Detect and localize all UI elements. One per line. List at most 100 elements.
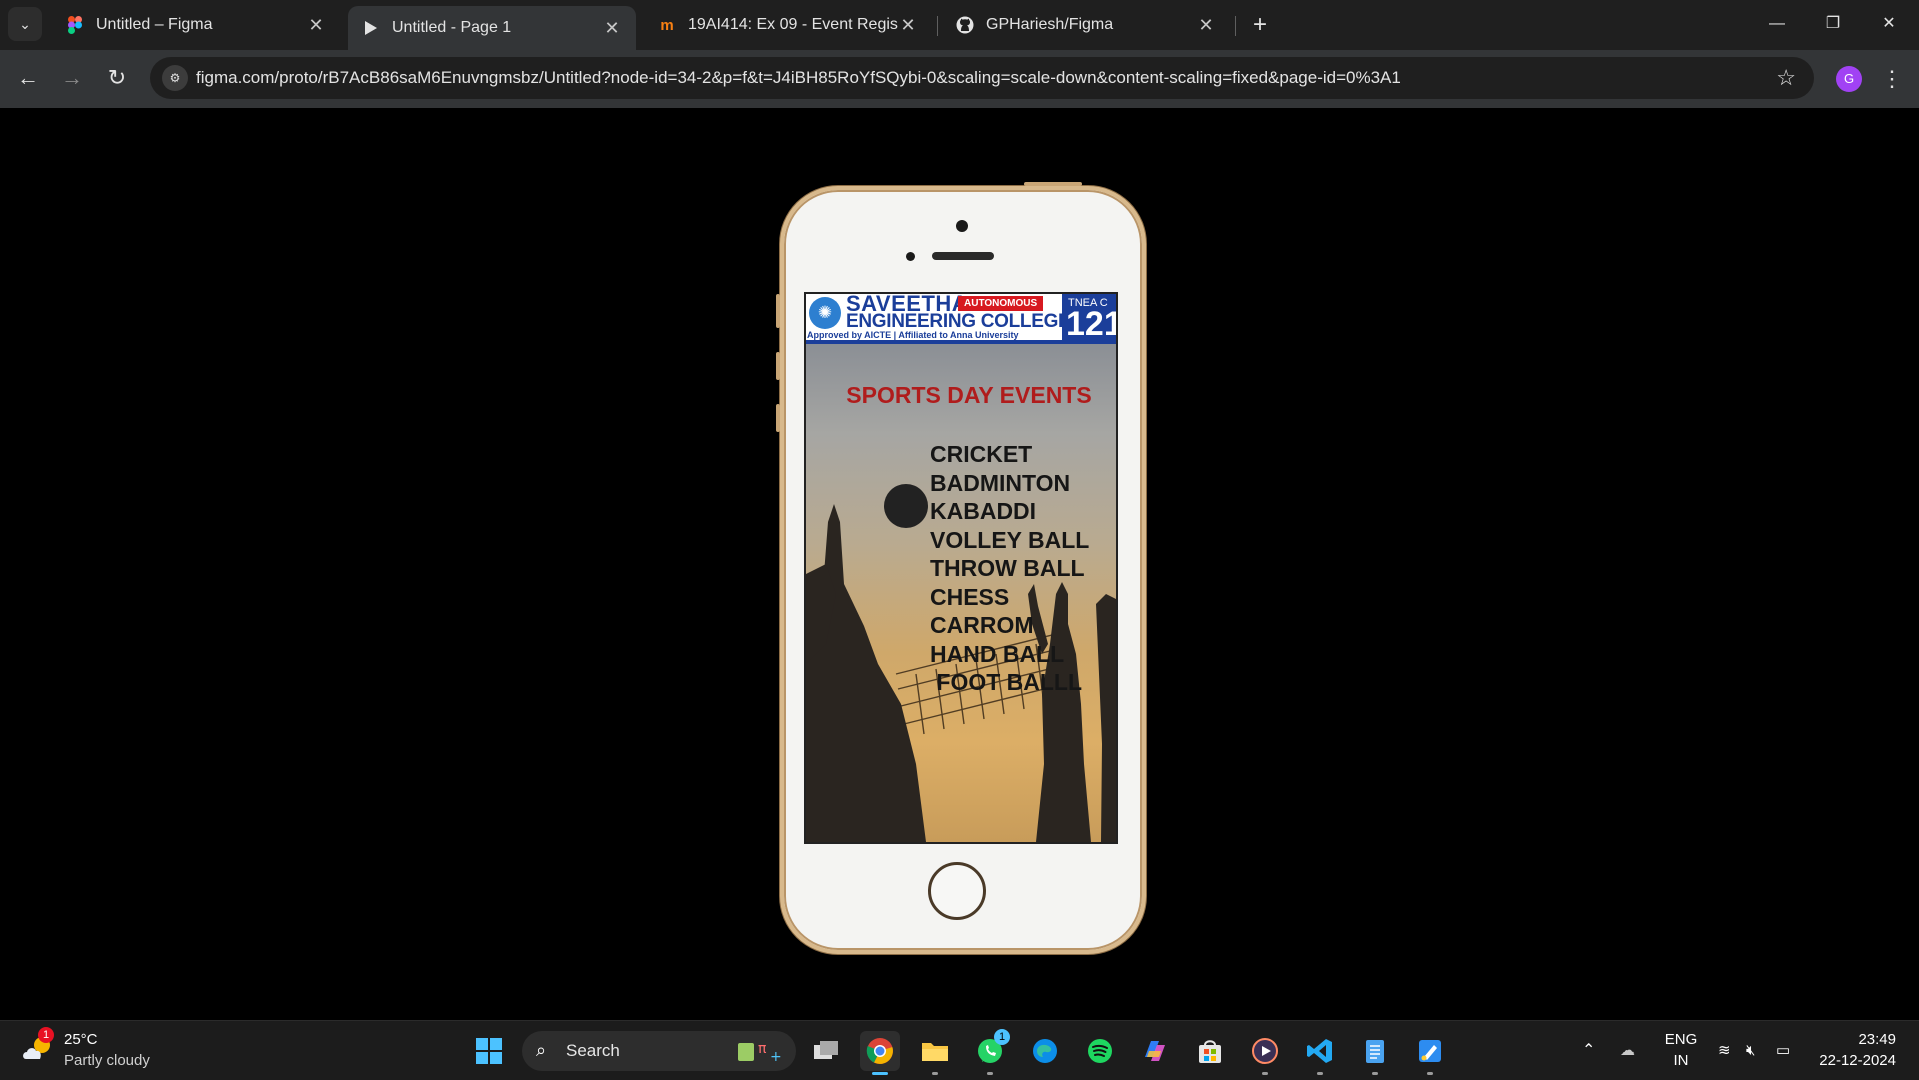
site-settings-icon[interactable]: ⚙ (162, 65, 188, 91)
home-button[interactable] (928, 862, 986, 920)
close-icon[interactable]: ✕ (306, 15, 326, 36)
svg-text:π: π (758, 1041, 767, 1057)
store-icon (1199, 1040, 1221, 1063)
tab-github[interactable]: GPHariesh/Figma ✕ (942, 6, 1230, 44)
new-tab-button[interactable]: + (1245, 10, 1275, 40)
play-icon (362, 19, 380, 37)
bookmark-star-icon[interactable]: ☆ (1776, 57, 1796, 99)
prototype-stage: ✺ SAVEETHA AUTONOMOUS ENGINEERING COLLEG… (0, 108, 1919, 1020)
tray-overflow-chevron-icon[interactable]: ⌃ (1582, 1021, 1595, 1080)
taskbar-whatsapp[interactable]: 1 (970, 1029, 1010, 1075)
event-list: CRICKET BADMINTON KABADDI VOLLEY BALL TH… (930, 440, 1089, 697)
taskbar-media-player[interactable] (1245, 1031, 1285, 1075)
tab-figma-editor[interactable]: Untitled – Figma ✕ (52, 6, 340, 44)
events-title: SPORTS DAY EVENTS (846, 382, 1092, 408)
taskbar-edge[interactable] (1025, 1031, 1065, 1071)
list-item: KABADDI (930, 498, 1037, 524)
taskbar-paint[interactable] (1410, 1031, 1450, 1075)
language-indicator[interactable]: ENG IN (1664, 1021, 1698, 1080)
power-button (1024, 182, 1082, 186)
restore-button[interactable]: ❐ (1805, 0, 1861, 48)
tab-prototype[interactable]: Untitled - Page 1 ✕ (348, 6, 636, 50)
list-item: CRICKET (930, 441, 1033, 467)
running-indicator (1262, 1072, 1268, 1075)
taskbar-notepad[interactable] (1355, 1031, 1395, 1075)
list-item: FOOT BALLL (930, 669, 1083, 695)
more-menu-icon[interactable]: ⋮ (1880, 64, 1904, 94)
taskbar-vscode[interactable] (1300, 1031, 1340, 1075)
volleyball (884, 484, 928, 528)
task-view-icon (814, 1041, 838, 1059)
weather-temperature: 25°C (64, 1031, 98, 1048)
college-emblem-icon: ✺ (809, 297, 841, 329)
college-tagline: Approved by AICTE | Affiliated to Anna U… (807, 330, 1019, 340)
earpiece-speaker (932, 252, 994, 260)
speaker-muted-icon[interactable]: 🔇︎ (1746, 1021, 1755, 1080)
taskbar-chrome[interactable] (860, 1031, 900, 1075)
minimize-button[interactable]: — (1749, 0, 1805, 48)
profile-avatar[interactable]: G (1836, 66, 1862, 92)
close-icon[interactable]: ✕ (1196, 15, 1216, 36)
phone-screen: ✺ SAVEETHA AUTONOMOUS ENGINEERING COLLEG… (804, 292, 1118, 844)
tab-moodle[interactable]: m 19AI414: Ex 09 - Event Registrat ✕ (644, 6, 932, 44)
folder-icon (922, 1043, 948, 1061)
volume-down-button (776, 404, 780, 432)
windows-taskbar: 1 25°C Partly cloudy ⌕ Search π + 1 ⌃ ☁ … (0, 1020, 1919, 1080)
search-icon: ⌕ (536, 1040, 547, 1060)
arrow-right-icon: → (61, 65, 83, 90)
tab-title: GPHariesh/Figma (986, 16, 1114, 33)
running-indicator (1427, 1072, 1433, 1075)
taskbar-ms-store[interactable] (1190, 1031, 1230, 1071)
arrow-left-icon: ← (17, 65, 39, 90)
onedrive-offline-icon[interactable]: ☁ (1620, 1021, 1635, 1080)
media-player-icon (1252, 1038, 1278, 1064)
taskbar-copilot[interactable] (1135, 1031, 1175, 1071)
reload-icon: ↻ (107, 65, 127, 90)
moodle-icon: m (660, 16, 674, 34)
front-camera (956, 220, 968, 232)
back-button[interactable]: ← (10, 60, 46, 96)
autonomous-badge: AUTONOMOUS (958, 296, 1044, 311)
list-item: BADMINTON (930, 469, 1071, 496)
browser-toolbar: ← → ↻ ⚙ figma.com/proto/rB7AcB86saM6Enuv… (0, 50, 1919, 108)
close-window-button[interactable]: ✕ (1861, 0, 1917, 48)
weather-alert-badge: 1 (38, 1027, 54, 1043)
list-item: VOLLEY BALL (930, 526, 1090, 553)
list-item: HAND BALL (930, 640, 1065, 667)
tab-separator (937, 16, 938, 36)
taskbar-spotify[interactable] (1080, 1031, 1120, 1071)
language-secondary: IN (1673, 1052, 1689, 1069)
wifi-icon[interactable]: ≋ (1718, 1021, 1731, 1080)
tab-search-button[interactable]: ⌄ (8, 7, 42, 41)
edge-icon (1033, 1039, 1057, 1063)
paint-icon (1419, 1040, 1441, 1062)
search-placeholder: Search (566, 1041, 620, 1060)
reload-button[interactable]: ↻ (99, 60, 135, 96)
clock-time: 23:49 (1858, 1031, 1896, 1048)
active-indicator (872, 1072, 888, 1075)
copilot-icon (1145, 1041, 1165, 1061)
url-text[interactable]: figma.com/proto/rB7AcB86saM6Enuvngmsbz/U… (196, 57, 1401, 99)
running-indicator (1317, 1072, 1323, 1075)
forward-button[interactable]: → (54, 60, 90, 96)
college-name-sub: ENGINEERING COLLEGE (846, 311, 1071, 332)
tnea-code-box: TNEA C 121 (1062, 294, 1116, 344)
battery-icon[interactable]: ▭ (1776, 1021, 1790, 1080)
address-bar[interactable]: ⚙ figma.com/proto/rB7AcB86saM6Enuvngmsbz… (150, 57, 1814, 99)
taskbar-search[interactable]: ⌕ Search π + (522, 1031, 796, 1071)
close-icon[interactable]: ✕ (898, 15, 918, 36)
tab-separator (1235, 16, 1236, 36)
weather-description: Partly cloudy (64, 1052, 150, 1069)
windows-logo-icon (476, 1038, 502, 1064)
close-icon[interactable]: ✕ (602, 18, 622, 39)
taskbar-file-explorer[interactable] (915, 1031, 955, 1075)
tab-title: Untitled - Page 1 (392, 19, 512, 36)
iphone-frame: ✺ SAVEETHA AUTONOMOUS ENGINEERING COLLEG… (776, 182, 1146, 954)
running-indicator (1372, 1072, 1378, 1075)
notification-badge: 1 (994, 1029, 1010, 1045)
start-button[interactable] (469, 1031, 509, 1071)
volume-up-button (776, 352, 780, 380)
task-view-button[interactable] (806, 1031, 846, 1071)
tab-title: 19AI414: Ex 09 - Event Registrat (688, 16, 898, 33)
volleyball-background-image: SPORTS DAY EVENTS CRICKET BADMINTON KABA… (806, 344, 1116, 842)
